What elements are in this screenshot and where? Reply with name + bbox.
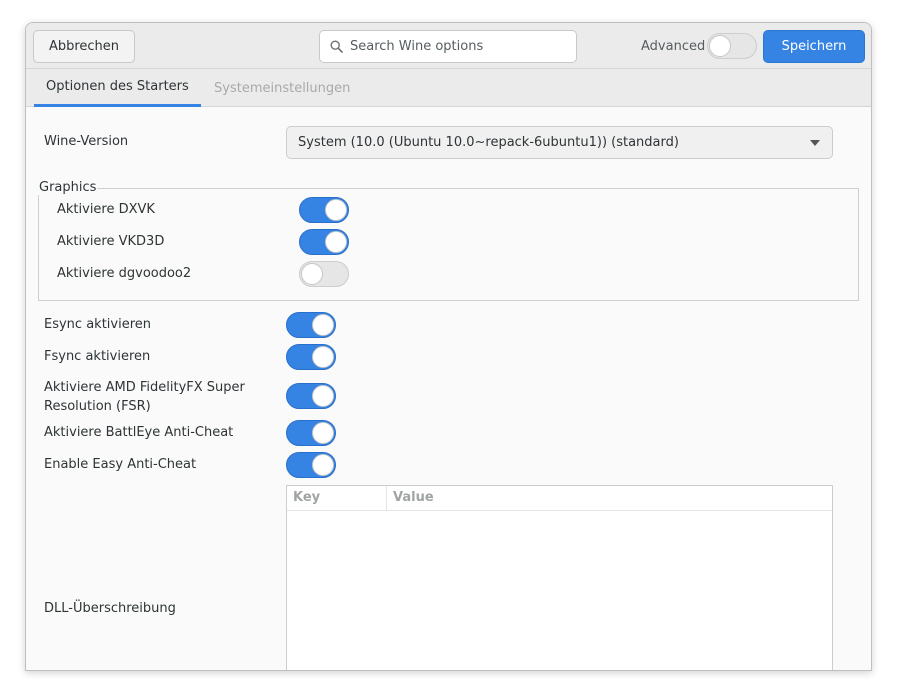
tab-bar: Optionen des Starters Systemeinstellunge…: [26, 69, 871, 107]
dxvk-toggle[interactable]: [299, 197, 349, 223]
dgvoodoo2-toggle[interactable]: [299, 261, 349, 287]
easy-anticheat-toggle[interactable]: [286, 452, 336, 478]
wine-version-value: System (10.0 (Ubuntu 10.0~repack-6ubuntu…: [298, 135, 679, 150]
graphics-frame-title: Graphics: [38, 180, 98, 195]
wine-version-dropdown[interactable]: System (10.0 (Ubuntu 10.0~repack-6ubuntu…: [286, 126, 833, 159]
preferences-window: Abbrechen Search Wine options Advanced S…: [25, 22, 872, 671]
vkd3d-label: Aktiviere VKD3D: [57, 234, 165, 249]
esync-label: Esync aktivieren: [44, 317, 152, 332]
wine-version-label: Wine-Version: [44, 134, 129, 149]
column-header-value[interactable]: Value: [393, 490, 434, 505]
toggle-knob: [312, 385, 334, 407]
toggle-knob: [312, 314, 334, 336]
vkd3d-toggle[interactable]: [299, 229, 349, 255]
advanced-label: Advanced: [641, 39, 706, 54]
tab-system-settings[interactable]: Systemeinstellungen: [214, 69, 350, 107]
fsr-toggle[interactable]: [286, 383, 336, 409]
toggle-knob: [312, 346, 334, 368]
toggle-knob: [325, 199, 347, 221]
toggle-knob: [312, 422, 334, 444]
search-input[interactable]: Search Wine options: [319, 30, 577, 63]
battleye-label: Aktiviere BattlEye Anti-Cheat: [44, 425, 234, 440]
toggle-knob: [312, 454, 334, 476]
dxvk-label: Aktiviere DXVK: [57, 202, 155, 217]
easy-anticheat-label: Enable Easy Anti-Cheat: [44, 457, 197, 472]
cancel-button[interactable]: Abbrechen: [33, 30, 135, 63]
advanced-toggle[interactable]: [707, 33, 757, 59]
toggle-knob: [325, 231, 347, 253]
search-icon: [330, 40, 343, 53]
search-placeholder: Search Wine options: [350, 39, 484, 54]
dll-override-table[interactable]: Key Value: [286, 485, 833, 670]
fsync-toggle[interactable]: [286, 344, 336, 370]
toggle-knob: [709, 35, 731, 57]
table-header: Key Value: [287, 486, 832, 511]
fsr-label: Aktiviere AMD FidelityFX Super Resolutio…: [44, 380, 245, 414]
column-divider: [386, 486, 387, 510]
fsync-label: Fsync aktivieren: [44, 349, 151, 364]
save-button[interactable]: Speichern: [763, 30, 865, 63]
column-header-key[interactable]: Key: [293, 490, 320, 505]
dll-override-label: DLL-Überschreibung: [44, 601, 176, 616]
header-bar: Abbrechen Search Wine options Advanced S…: [26, 23, 871, 69]
dgvoodoo2-label: Aktiviere dgvoodoo2: [57, 266, 192, 281]
toggle-knob: [301, 263, 323, 285]
tab-launcher-options[interactable]: Optionen des Starters: [34, 69, 201, 107]
battleye-toggle[interactable]: [286, 420, 336, 446]
esync-toggle[interactable]: [286, 312, 336, 338]
chevron-down-icon: [810, 140, 820, 146]
